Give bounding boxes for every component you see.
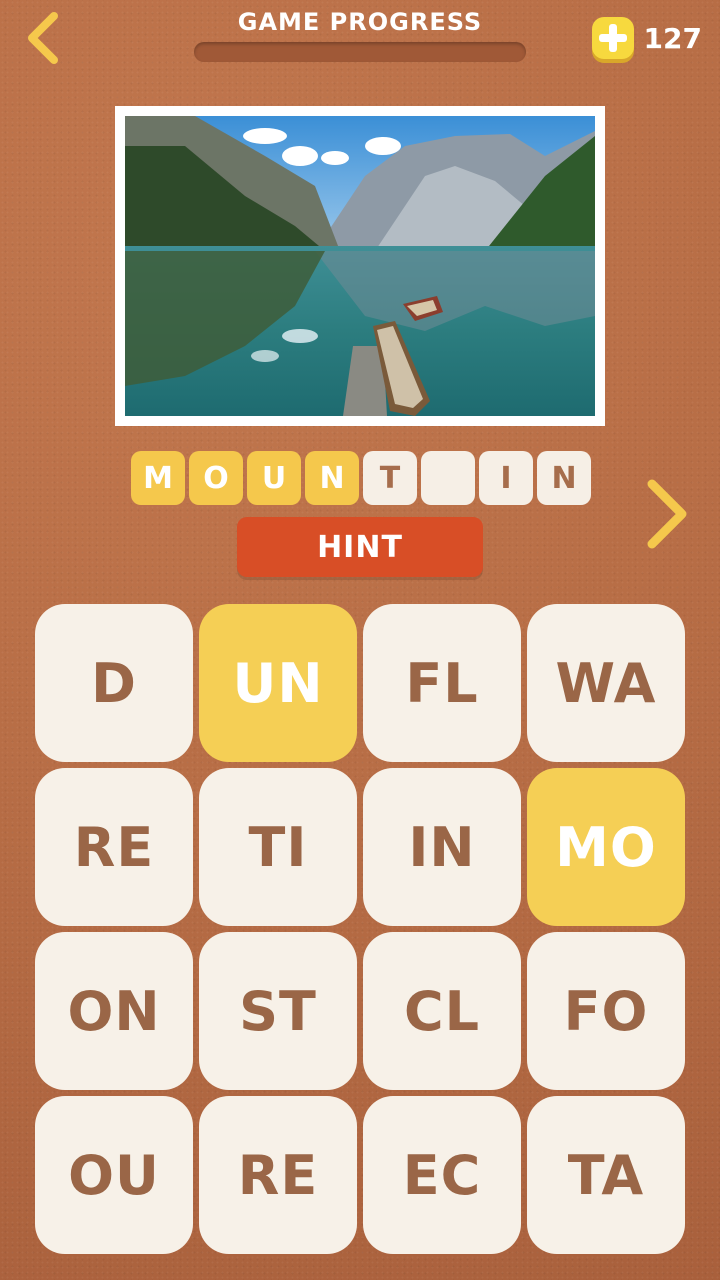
next-button[interactable] [640, 476, 694, 552]
coin-count: 127 [643, 21, 702, 55]
letter-tile[interactable]: FO [527, 932, 685, 1090]
letter-tile[interactable]: RE [35, 768, 193, 926]
letter-tile[interactable]: EC [363, 1096, 521, 1254]
letter-tile[interactable]: IN [363, 768, 521, 926]
letter-tile-grid: D UN FL WA RE TI IN MO ON ST CL FO OU RE EC TA [35, 604, 685, 1254]
letter-tile[interactable]: ST [199, 932, 357, 1090]
letter-tile[interactable]: WA [527, 604, 685, 762]
letter-tile[interactable]: ON [35, 932, 193, 1090]
answer-slot[interactable]: N [537, 451, 591, 505]
answer-slot[interactable]: N [305, 451, 359, 505]
answer-slot[interactable]: T [363, 451, 417, 505]
letter-tile[interactable]: D [35, 604, 193, 762]
letter-tile[interactable]: FL [363, 604, 521, 762]
letter-tile[interactable]: MO [527, 768, 685, 926]
chevron-right-icon [647, 479, 687, 549]
answer-slot[interactable]: U [247, 451, 301, 505]
letter-tile[interactable]: CL [363, 932, 521, 1090]
coin-counter[interactable]: 127 [591, 14, 702, 62]
hint-button[interactable]: HINT [237, 517, 483, 577]
letter-tile[interactable]: TA [527, 1096, 685, 1254]
plus-coin-icon[interactable] [591, 17, 634, 59]
letter-tile[interactable]: TI [199, 768, 357, 926]
progress-bar [194, 42, 526, 62]
answer-slot[interactable] [421, 451, 475, 505]
answer-slots: MOUNTIN [131, 451, 591, 505]
letter-tile[interactable]: RE [199, 1096, 357, 1254]
answer-slot[interactable]: I [479, 451, 533, 505]
answer-slot[interactable]: O [189, 451, 243, 505]
puzzle-photo [125, 116, 595, 416]
letter-tile[interactable]: OU [35, 1096, 193, 1254]
letter-tile[interactable]: UN [199, 604, 357, 762]
answer-slot[interactable]: M [131, 451, 185, 505]
puzzle-photo-frame [115, 106, 605, 426]
